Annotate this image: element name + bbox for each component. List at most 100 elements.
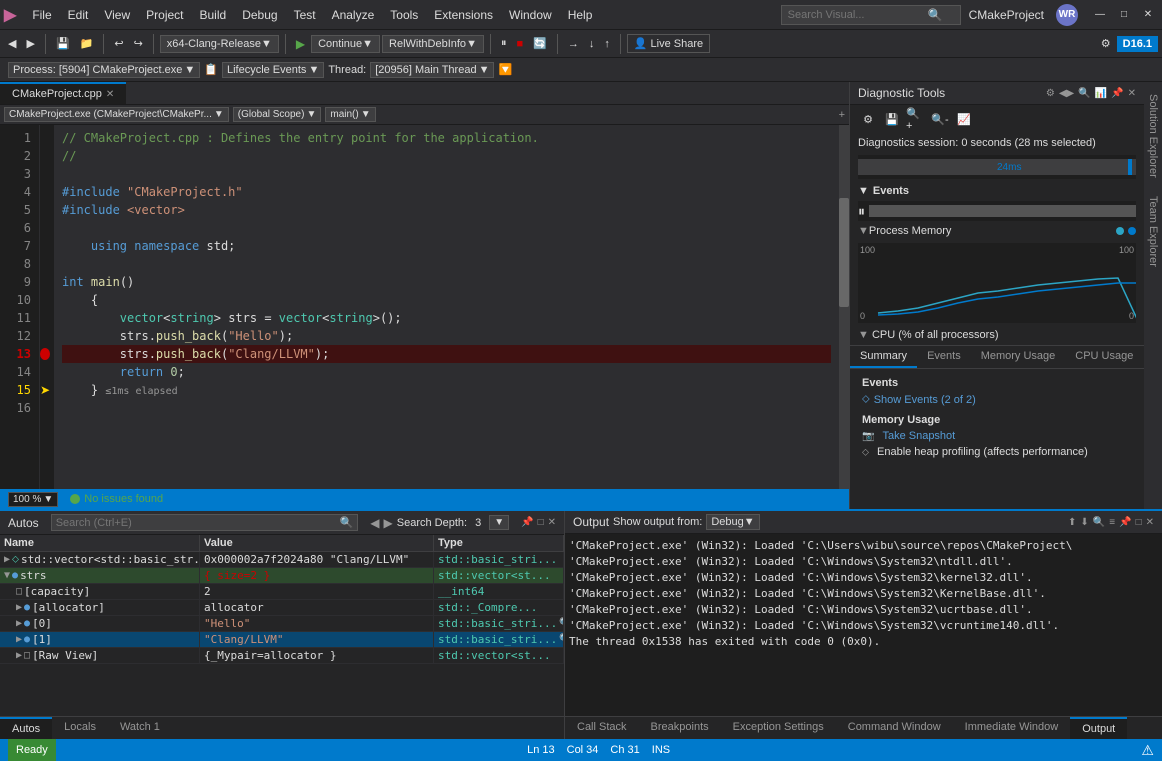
- bottom-tab-autos[interactable]: Autos: [0, 717, 52, 739]
- show-events-link[interactable]: ⬦ Show Events (2 of 2): [862, 393, 1132, 406]
- table-row-4[interactable]: ▶ ● [0] "Hello" std::basic_stri... 🔍 📌: [0, 616, 564, 632]
- table-row-5[interactable]: ▶ ● [1] "Clang/LLVM" std::basic_stri... …: [0, 632, 564, 648]
- take-snapshot-btn[interactable]: 📷 Take Snapshot: [862, 430, 1132, 442]
- rel-deb-dropdown[interactable]: RelWithDebInfo ▼: [382, 35, 484, 53]
- events-section-header[interactable]: ▼ Events: [850, 181, 1144, 201]
- row5-search-icon[interactable]: 🔍: [559, 634, 564, 645]
- step-over-btn[interactable]: →: [564, 36, 583, 52]
- solution-explorer-tab[interactable]: Solution Explorer: [1145, 86, 1161, 186]
- process-dropdown[interactable]: Process: [5904] CMakeProject.exe ▼: [8, 62, 200, 78]
- menu-test[interactable]: Test: [286, 6, 324, 24]
- code-content[interactable]: // CMakeProject.cpp : Defines the entry …: [54, 125, 839, 489]
- thread-dropdown[interactable]: [20956] Main Thread ▼: [370, 62, 494, 78]
- menu-debug[interactable]: Debug: [234, 6, 285, 24]
- table-row-2[interactable]: □ [capacity] 2 __int64: [0, 584, 564, 600]
- menu-edit[interactable]: Edit: [60, 6, 97, 24]
- diag-search-icon[interactable]: 🔍: [1078, 88, 1090, 99]
- row1-expand[interactable]: ▼: [4, 570, 10, 581]
- continue-dropdown[interactable]: Continue ▼: [311, 35, 380, 53]
- menu-help[interactable]: Help: [560, 6, 601, 24]
- menu-build[interactable]: Build: [192, 6, 235, 24]
- open-btn[interactable]: 📁: [76, 35, 98, 52]
- file-path-dropdown[interactable]: CMakeProject.exe (CMakeProject\CMakePr..…: [4, 107, 229, 122]
- menu-window[interactable]: Window: [501, 6, 560, 24]
- filter-icon[interactable]: 🔽: [498, 63, 512, 76]
- diag-chart-btn[interactable]: 📈: [954, 109, 974, 129]
- diag-tab-summary[interactable]: Summary: [850, 346, 917, 368]
- team-explorer-tab[interactable]: Team Explorer: [1145, 188, 1161, 275]
- autos-float-icon[interactable]: □: [538, 517, 544, 528]
- diag-tab-events[interactable]: Events: [917, 346, 971, 368]
- autos-search-box[interactable]: 🔍: [51, 514, 359, 531]
- row6-expand[interactable]: ▶: [16, 650, 22, 661]
- menu-view[interactable]: View: [96, 6, 138, 24]
- depth-back-btn[interactable]: ◀: [370, 516, 379, 530]
- diag-settings-btn[interactable]: ⚙: [858, 109, 878, 129]
- settings-btn[interactable]: ⚙: [1097, 35, 1115, 52]
- menu-project[interactable]: Project: [138, 6, 191, 24]
- bottom-tab-output[interactable]: Output: [1070, 717, 1127, 739]
- bottom-tab-callstack[interactable]: Call Stack: [565, 717, 639, 739]
- stop-btn[interactable]: ■: [512, 36, 527, 52]
- output-source-dropdown[interactable]: Debug ▼: [706, 514, 759, 530]
- close-button[interactable]: ✕: [1138, 5, 1158, 25]
- row3-expand[interactable]: ▶: [16, 602, 22, 613]
- table-row-1[interactable]: ▼ ● strs { size=2 } std::vector<st...: [0, 568, 564, 584]
- diag-tab-memory[interactable]: Memory Usage: [971, 346, 1066, 368]
- editor-scrollbar[interactable]: [839, 125, 849, 489]
- row4-search-icon[interactable]: 🔍: [559, 618, 564, 629]
- bottom-tab-watch1[interactable]: Watch 1: [108, 717, 172, 739]
- enable-heap-option[interactable]: ⬦ Enable heap profiling (affects perform…: [862, 446, 1132, 458]
- autos-search-input[interactable]: [56, 517, 340, 529]
- diag-zoom-out-btn[interactable]: 🔍-: [930, 109, 950, 129]
- row4-expand[interactable]: ▶: [16, 618, 22, 629]
- output-float-icon[interactable]: □: [1136, 517, 1142, 528]
- forward-btn[interactable]: ▶: [22, 35, 38, 52]
- ln-13-breakpoint[interactable]: 13: [0, 345, 39, 363]
- depth-dropdown[interactable]: ▼: [489, 515, 509, 530]
- bottom-tab-immediate[interactable]: Immediate Window: [953, 717, 1071, 739]
- autos-pin-icon[interactable]: 📌: [521, 517, 533, 528]
- table-row-6[interactable]: ▶ □ [Raw View] {_Mypair=allocator } std:…: [0, 648, 564, 664]
- row0-expand[interactable]: ▶: [4, 554, 10, 565]
- back-btn[interactable]: ◀: [4, 35, 20, 52]
- redo-btn[interactable]: ↪: [130, 35, 147, 52]
- output-content-area[interactable]: 'CMakeProject.exe' (Win32): Loaded 'C:\U…: [565, 534, 1162, 716]
- step-into-btn[interactable]: ↓: [585, 36, 599, 52]
- func-dropdown[interactable]: main() ▼: [325, 107, 375, 122]
- output-pin-icon[interactable]: 📌: [1119, 517, 1131, 528]
- search-input[interactable]: [788, 9, 928, 21]
- diag-save-btn[interactable]: 💾: [882, 109, 902, 129]
- platform-dropdown[interactable]: x64-Clang-Release ▼: [160, 35, 279, 53]
- events-pause-icon[interactable]: ⏸: [858, 203, 865, 220]
- table-row-3[interactable]: ▶ ● [allocator] allocator std::_Compre..…: [0, 600, 564, 616]
- bottom-tab-command-window[interactable]: Command Window: [836, 717, 953, 739]
- lifecycle-dropdown[interactable]: Lifecycle Events ▼: [222, 62, 324, 78]
- diag-chart-icon[interactable]: 📊: [1095, 88, 1107, 99]
- autos-close-icon[interactable]: ✕: [548, 517, 556, 528]
- bottom-tab-exception-settings[interactable]: Exception Settings: [721, 717, 836, 739]
- row5-expand[interactable]: ▶: [16, 634, 22, 645]
- diag-timeline[interactable]: 24ms: [858, 155, 1136, 179]
- diag-tab-cpu[interactable]: CPU Usage: [1065, 346, 1143, 368]
- bottom-tab-breakpoints[interactable]: Breakpoints: [639, 717, 721, 739]
- diag-nav-icon[interactable]: ◀▶: [1059, 88, 1074, 99]
- live-share-button[interactable]: 👤 Live Share: [627, 34, 710, 53]
- add-line-btn[interactable]: +: [839, 109, 845, 121]
- close-tab-icon[interactable]: ✕: [106, 89, 114, 100]
- diag-pin-icon[interactable]: 📌: [1111, 88, 1123, 99]
- diag-close-icon[interactable]: ✕: [1128, 88, 1136, 99]
- diag-settings-icon[interactable]: ⚙: [1046, 88, 1055, 99]
- output-close-icon[interactable]: ✕: [1146, 517, 1154, 528]
- restart-btn[interactable]: 🔄: [529, 35, 551, 52]
- editor-tab-cmake[interactable]: CMakeProject.cpp ✕: [0, 82, 126, 104]
- menu-file[interactable]: File: [24, 6, 59, 24]
- pause-debug-btn[interactable]: ⏸: [497, 35, 511, 52]
- search-box[interactable]: 🔍: [781, 5, 961, 25]
- save-btn[interactable]: 💾: [52, 35, 74, 52]
- step-out-btn[interactable]: ↑: [600, 36, 614, 52]
- scope-dropdown[interactable]: (Global Scope) ▼: [233, 107, 322, 122]
- table-row-0[interactable]: ▶ ⬦ std::vector<std::basic_str... 0x0000…: [0, 552, 564, 568]
- output-tool-3[interactable]: 🔍: [1093, 517, 1105, 528]
- undo-btn[interactable]: ↩: [110, 35, 127, 52]
